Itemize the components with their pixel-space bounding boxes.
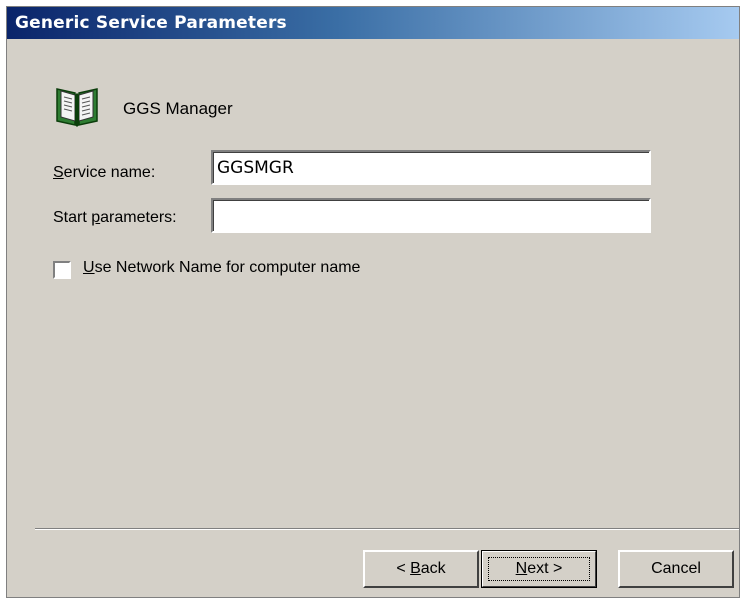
start-parameters-label: Start parameters: — [53, 209, 177, 226]
title-bar: Generic Service Parameters — [7, 7, 739, 39]
service-display-name: GGS Manager — [123, 99, 233, 118]
service-name-input[interactable] — [211, 150, 651, 185]
start-parameters-input[interactable] — [211, 198, 651, 233]
cancel-button[interactable]: Cancel — [618, 550, 734, 588]
use-network-name-checkbox[interactable] — [53, 261, 71, 279]
next-button[interactable]: Next > — [481, 550, 597, 588]
open-book-icon — [56, 88, 98, 127]
button-separator — [35, 528, 739, 530]
back-button[interactable]: < Back — [363, 550, 479, 588]
service-name-label: Service name: — [53, 164, 156, 181]
use-network-name-label[interactable]: Use Network Name for computer name — [83, 259, 360, 277]
generic-service-parameters-dialog: Generic Service Parameters GGS Manager S… — [6, 6, 740, 598]
dialog-title: Generic Service Parameters — [15, 13, 287, 33]
